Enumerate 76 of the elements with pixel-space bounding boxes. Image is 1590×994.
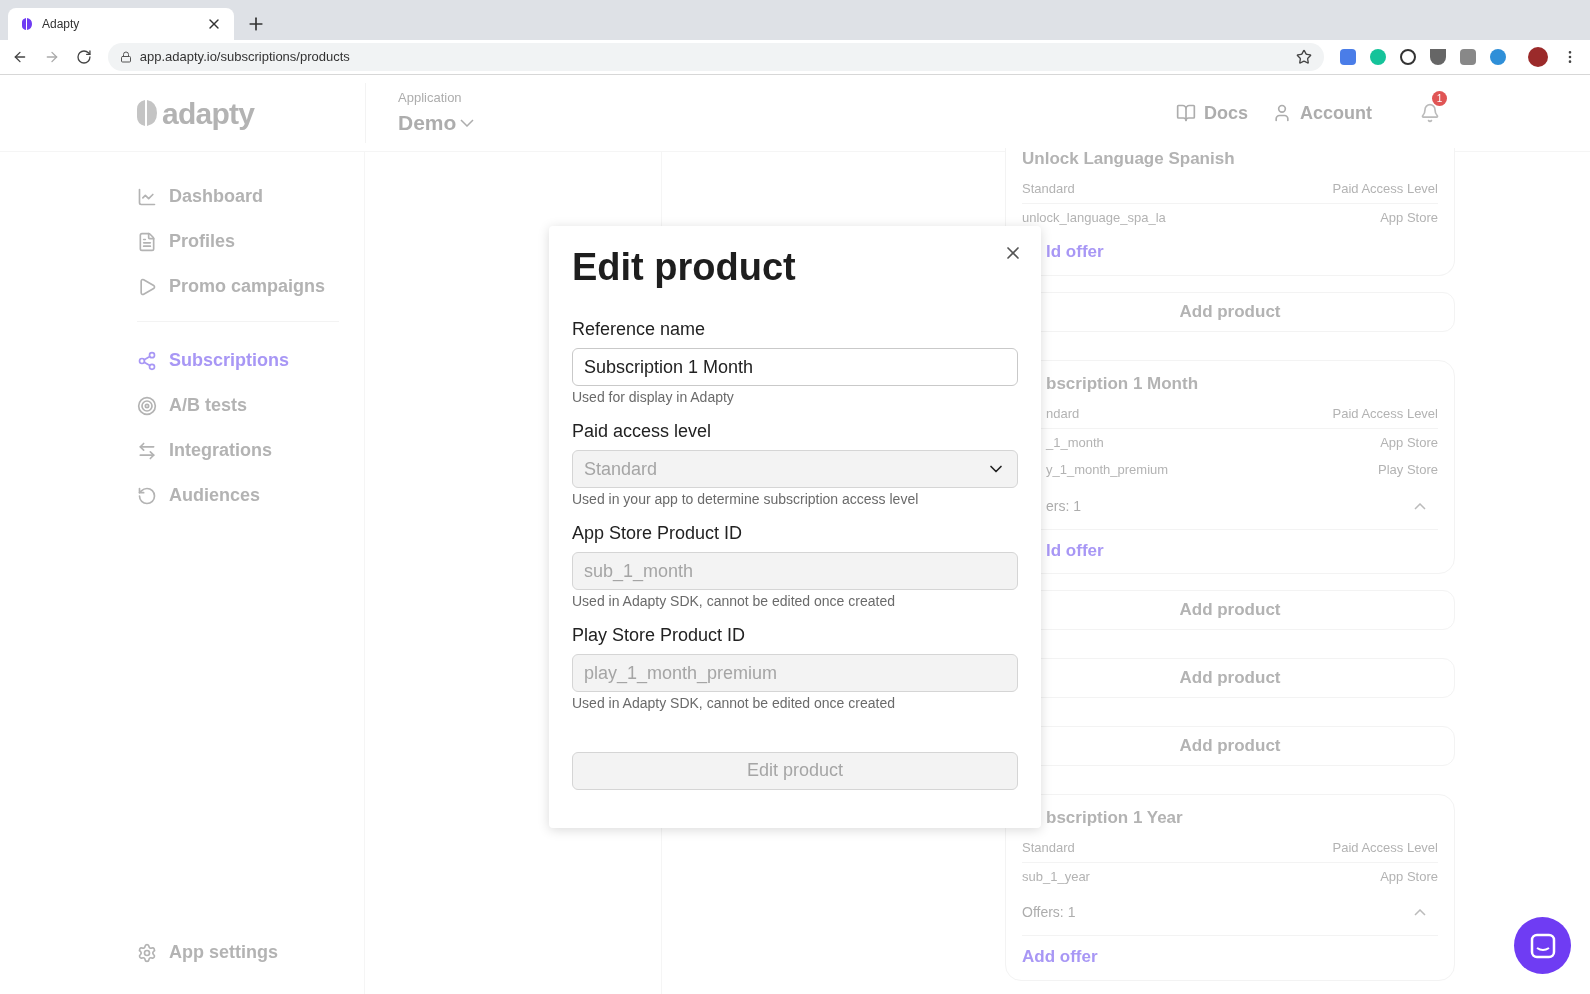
shield-extension-icon[interactable] [1430,49,1446,65]
product-detail-label: App Store [1380,433,1438,452]
add-offer-link[interactable]: ld offer [1046,239,1104,265]
undo-icon [137,485,157,506]
chat-icon [1529,932,1556,959]
input-field[interactable]: sub_1_month [572,552,1018,590]
chat-launcher[interactable] [1514,917,1571,974]
field-label: Play Store Product ID [572,623,747,646]
extension-icon[interactable] [1400,49,1416,65]
arrows-icon [137,440,157,461]
product-detail-label: App Store [1380,208,1438,227]
product-detail-label: Play Store [1378,461,1438,479]
product-title: bscription 1 Month [1046,372,1199,394]
document-icon [137,231,157,252]
star-icon[interactable] [1296,49,1312,65]
product-detail: _1_month [1046,433,1104,452]
header-link[interactable]: Docs [1176,99,1248,127]
sidebar-item[interactable]: App settings [137,939,339,966]
bell-icon[interactable] [1420,103,1440,123]
chart-line-icon [137,186,157,207]
user-icon [1272,103,1292,123]
product-detail-label: Paid Access Level [1332,839,1438,858]
sidebar-item[interactable]: Subscriptions [137,338,339,383]
book-icon [1176,103,1196,123]
product-detail: y_1_month_premium [1046,461,1169,479]
sidebar-item[interactable]: Dashboard [137,174,339,219]
field-label: Paid access level [572,419,713,442]
sidebar-item[interactable]: A/B tests [137,383,339,428]
avatar[interactable] [1528,47,1548,67]
product-detail: Standard [1022,180,1075,199]
product-detail: Standard [1022,839,1075,858]
sidebar-item[interactable]: Profiles [137,219,339,264]
sidebar-item[interactable]: Audiences [137,473,339,518]
sidebar-item[interactable]: Promo campaigns [137,264,339,309]
product-detail-label: Paid Access Level [1332,405,1438,423]
add-offer-link[interactable]: ld offer [1046,537,1104,563]
browser-tab[interactable]: Adapty [8,8,234,40]
product-title: Unlock Language Spanish [1022,148,1235,170]
field-hint: Used in Adapty SDK, cannot be edited once created [572,695,896,713]
add-offer-link[interactable]: Add offer [1022,944,1098,970]
product-detail: sub_1_year [1022,867,1090,886]
field-label: Reference name [572,317,707,340]
app-label: Application [398,88,463,107]
input-field[interactable]: play_1_month_premium [572,654,1018,692]
settings-icon [137,942,157,963]
back-icon[interactable] [12,49,28,65]
input-field[interactable]: Subscription 1 Month [572,348,1018,386]
logo-icon [136,99,158,127]
lock-icon [119,51,132,63]
access-level-select[interactable]: Standard [572,450,1018,488]
offers-count: Offers: 1 [1022,903,1076,923]
notification-badge: 1 [1432,91,1447,106]
offers-count: ers: 1 [1046,496,1081,516]
tab-title: Adapty [42,16,81,33]
field-hint: Used for display in Adapty [572,389,735,407]
app-selector[interactable]: Demo [398,107,475,139]
product-detail: ndard [1046,405,1080,423]
chevron-down-icon [460,118,475,127]
target-icon [137,395,157,416]
sidebar-item[interactable]: Integrations [137,428,339,473]
field-label: App Store Product ID [572,521,744,544]
address-bar[interactable]: app.adapty.io/subscriptions/products [107,43,1324,71]
share-nodes-icon [137,350,157,371]
header-link[interactable]: Account [1272,99,1372,127]
dialog-title: Edit product [572,245,796,290]
product-detail: unlock_language_spa_la [1022,208,1166,227]
field-hint: Used in Adapty SDK, cannot be edited once created [572,593,896,611]
logo-icon [20,17,34,31]
play-icon [137,276,157,297]
product-detail-label: App Store [1380,867,1438,886]
logo-text: adapty [162,95,255,132]
reload-icon[interactable] [75,49,92,65]
url-text: app.adapty.io/subscriptions/products [139,48,351,67]
product-title: bscription 1 Year [1046,807,1183,829]
field-hint: Used in your app to determine subscription access level [572,491,920,509]
product-detail-label: Paid Access Level [1332,180,1438,199]
